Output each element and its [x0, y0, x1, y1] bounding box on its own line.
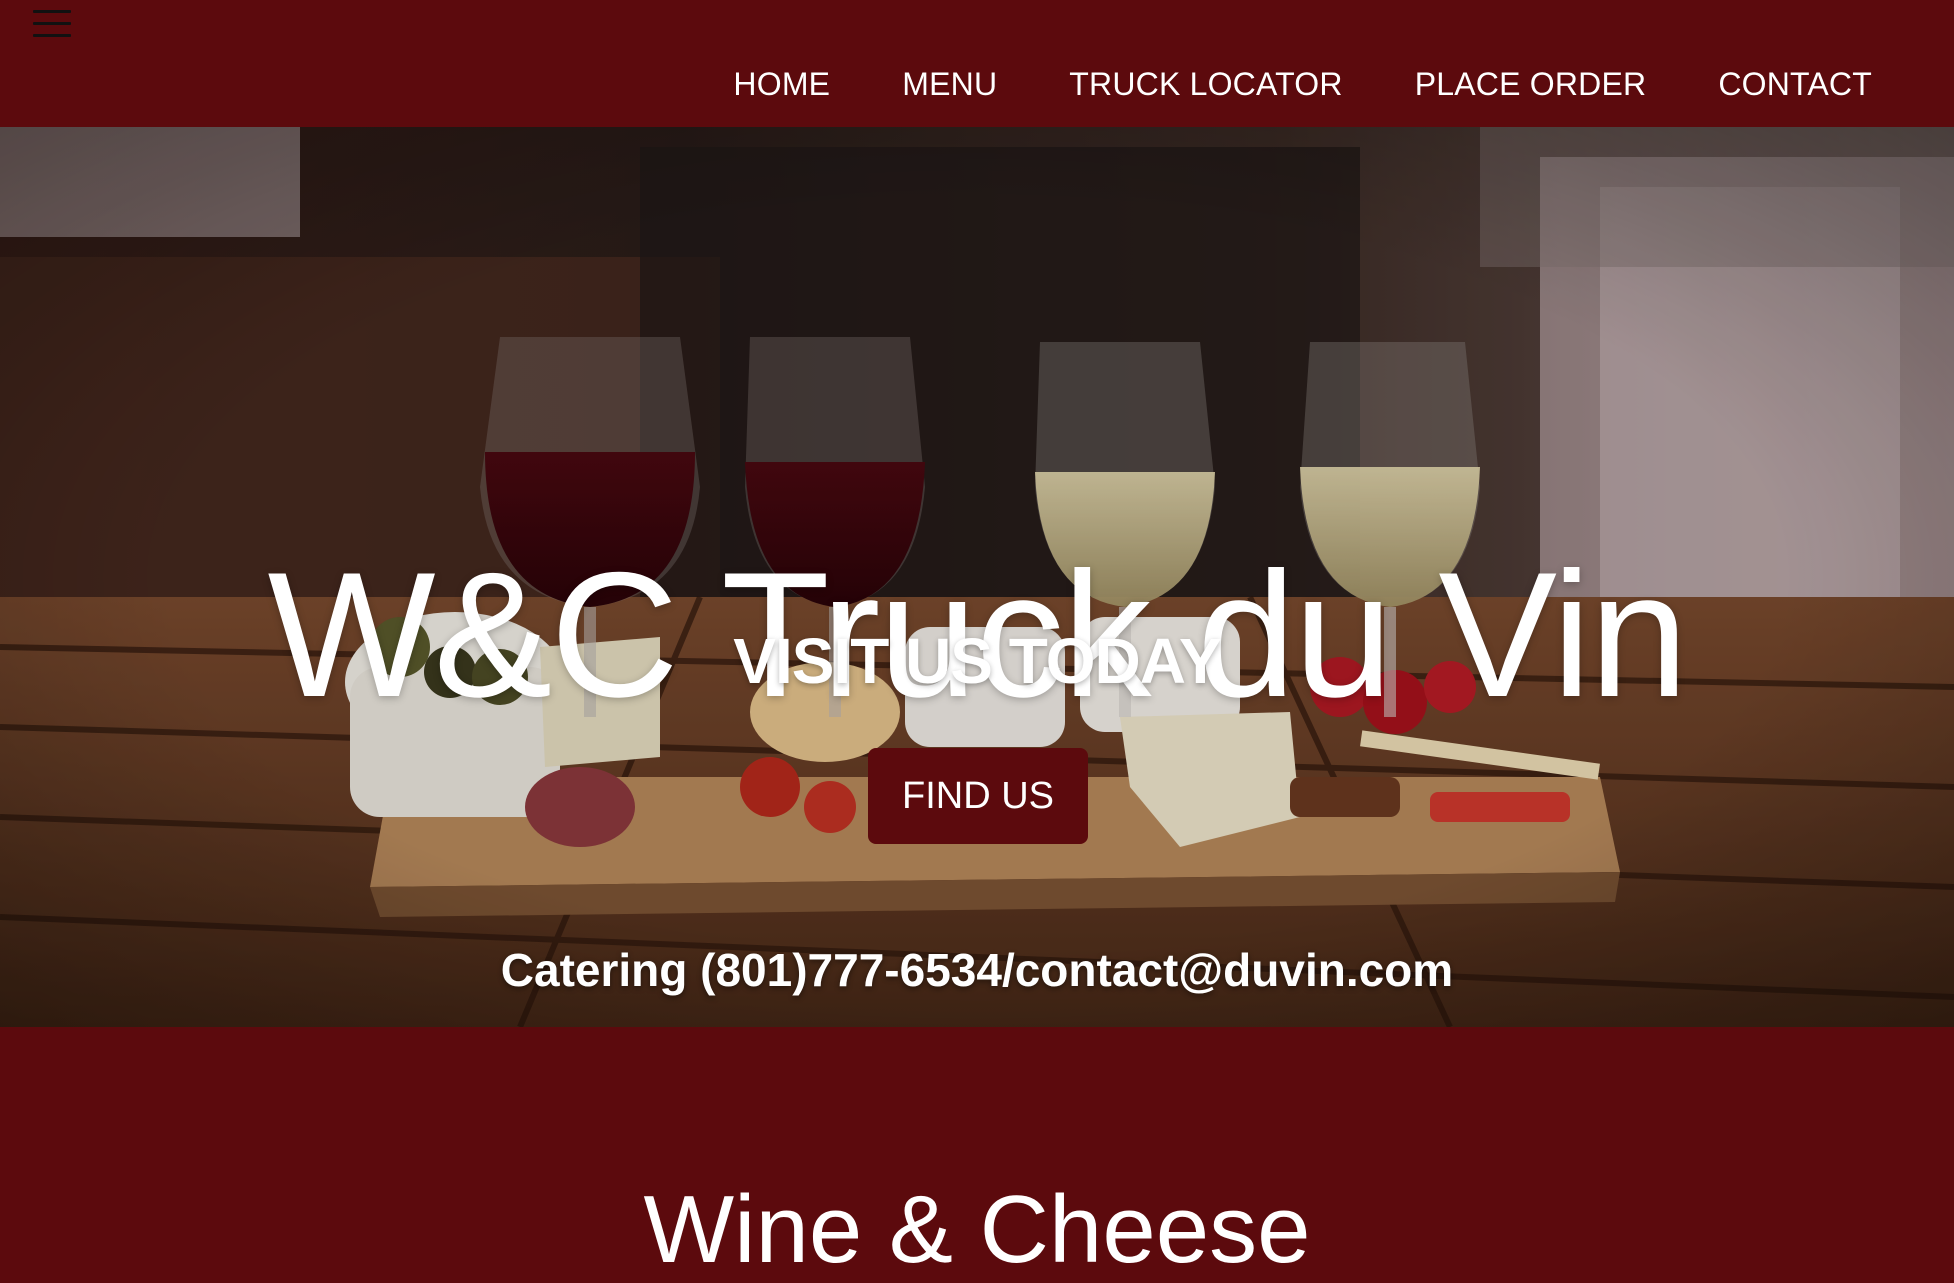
top-navbar: HOME MENU TRUCK LOCATOR PLACE ORDER CONT… [0, 0, 1954, 127]
hamburger-line [33, 10, 71, 13]
nav-links: HOME MENU TRUCK LOCATOR PLACE ORDER CONT… [733, 66, 1872, 103]
hamburger-line [33, 34, 71, 37]
nav-link-home[interactable]: HOME [733, 66, 830, 103]
wine-cheese-section: Wine & Cheese [0, 1027, 1954, 1283]
nav-link-place-order[interactable]: PLACE ORDER [1415, 66, 1647, 103]
catering-contact-text: Catering (801)777-6534/contact@duvin.com [500, 944, 1454, 996]
nav-item-truck-locator: TRUCK LOCATOR [1069, 66, 1342, 103]
nav-item-home: HOME [733, 66, 830, 103]
find-us-button[interactable]: FIND US [868, 748, 1088, 844]
nav-item-menu: MENU [902, 66, 997, 103]
hamburger-line [33, 22, 71, 25]
hamburger-menu-icon[interactable] [30, 4, 74, 44]
nav-item-contact: CONTACT [1718, 66, 1872, 103]
nav-item-place-order: PLACE ORDER [1415, 66, 1647, 103]
section-title: Wine & Cheese [643, 1176, 1311, 1283]
hero-banner: W&C Truck du Vin VISIT US TODAY FIND US … [0, 127, 1954, 1027]
hero-subtitle: VISIT US TODAY [733, 625, 1221, 697]
nav-link-menu[interactable]: MENU [902, 66, 997, 103]
nav-link-contact[interactable]: CONTACT [1718, 66, 1872, 103]
nav-link-truck-locator[interactable]: TRUCK LOCATOR [1069, 66, 1342, 103]
